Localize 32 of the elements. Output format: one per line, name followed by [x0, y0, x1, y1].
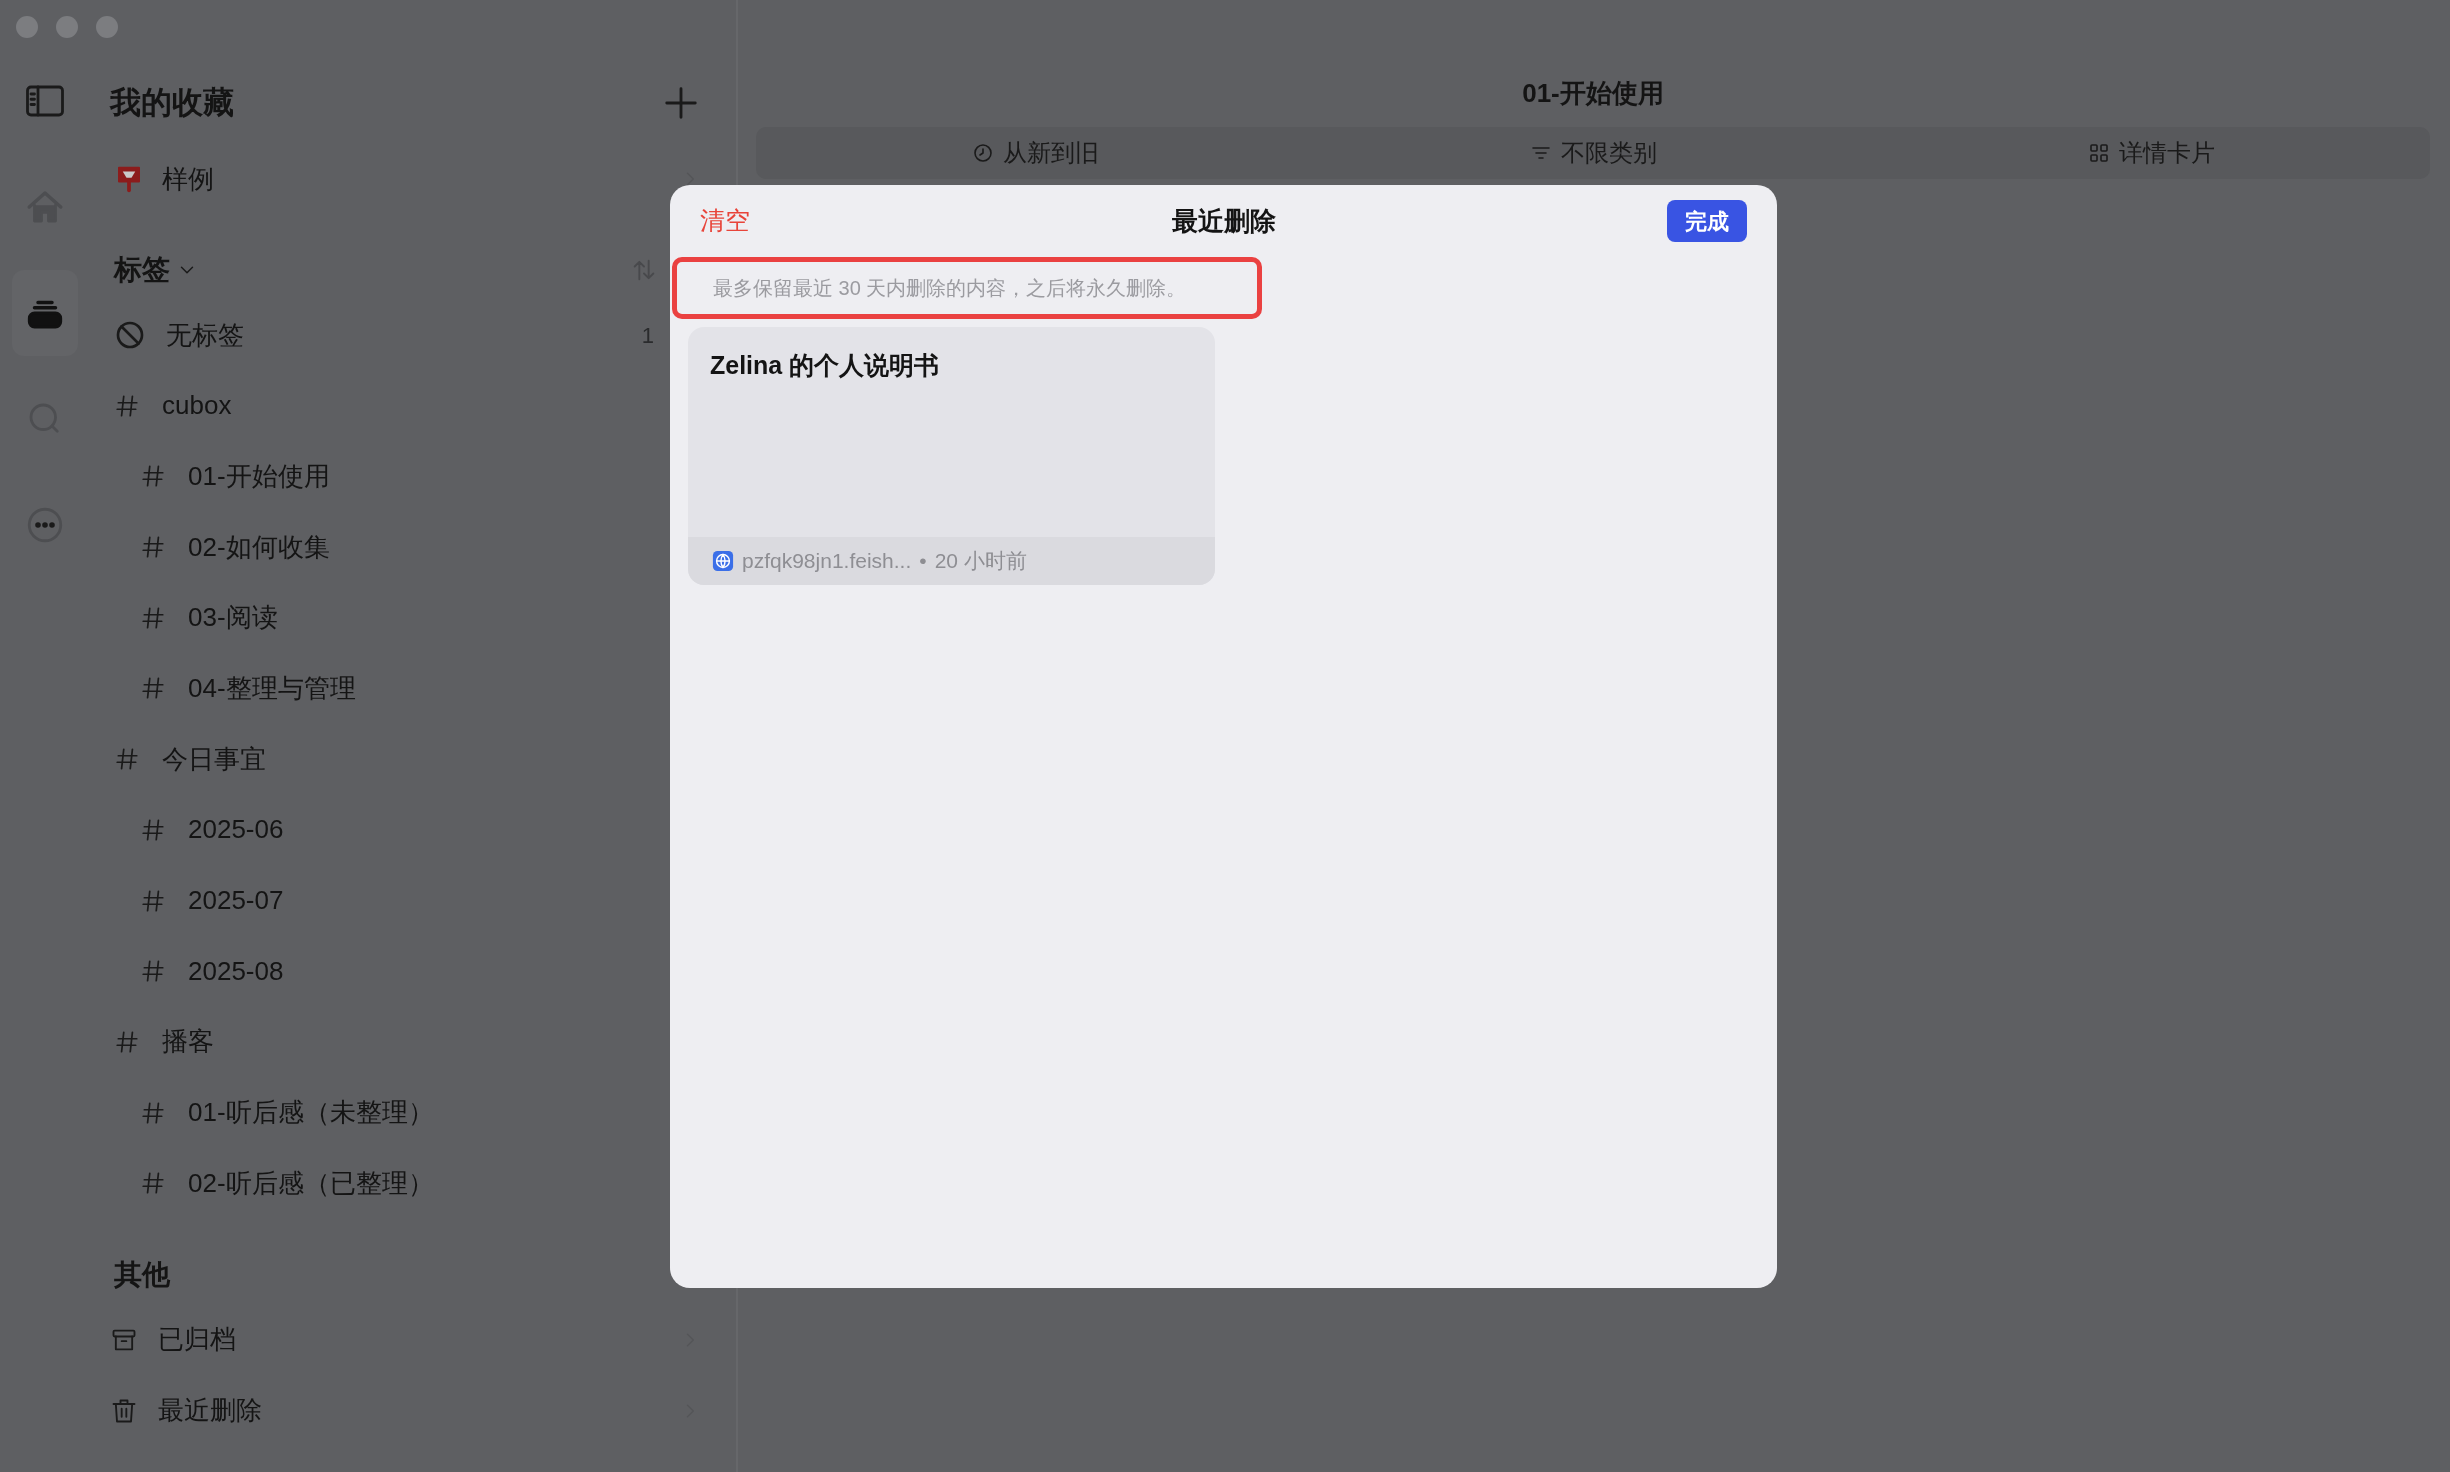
item-card[interactable]: Zelina 的个人说明书 pzfqk98jn1.feish... • 20 小时前: [688, 327, 1215, 585]
tag-item[interactable]: 03-阅读: [188, 598, 278, 638]
tag-item[interactable]: 播客: [162, 1022, 214, 1062]
source-text: pzfqk98jn1.feish...: [742, 548, 912, 575]
tag-item[interactable]: cubox: [162, 386, 232, 426]
toolbar-button[interactable]: 不限类别: [1314, 127, 1872, 179]
tag-item[interactable]: 2025-07: [188, 881, 284, 921]
sidebar-item[interactable]: 无标签: [166, 315, 244, 355]
sidebar-item[interactable]: 已归档: [158, 1320, 236, 1360]
tag-item[interactable]: 01-开始使用: [188, 456, 330, 496]
section-header[interactable]: 标签: [114, 248, 170, 291]
tag-item[interactable]: 2025-08: [188, 951, 284, 991]
notice-text: 最多保留最近 30 天内删除的内容，之后将永久删除。: [713, 276, 1187, 301]
sidebar-item[interactable]: 样例: [162, 159, 214, 199]
page-title: 01-开始使用: [1522, 78, 1664, 108]
card-title: Zelina 的个人说明书: [710, 351, 940, 379]
tag-item[interactable]: 今日事宜: [162, 739, 266, 779]
done-button[interactable]: 完成: [1667, 200, 1747, 242]
tag-item[interactable]: 04-整理与管理: [188, 668, 356, 708]
tag-item[interactable]: 02-如何收集: [188, 527, 330, 567]
toolbar-button[interactable]: 详情卡片: [1872, 127, 2430, 179]
toolbar-button[interactable]: 从新到旧: [756, 127, 1314, 179]
tag-item[interactable]: 2025-06: [188, 810, 284, 850]
sidebar-title: 我的收藏: [110, 83, 234, 122]
section-header: 其他: [114, 1257, 170, 1292]
separator-dot: •: [919, 548, 927, 575]
sidebar-item[interactable]: 最近删除: [158, 1391, 262, 1431]
clear-button[interactable]: 清空: [700, 202, 750, 240]
time-text: 20 小时前: [934, 548, 1027, 575]
tag-item[interactable]: 02-听后感（已整理）: [188, 1163, 434, 1203]
tag-item[interactable]: 01-听后感（未整理）: [188, 1093, 434, 1133]
dialog-title: 最近删除: [1171, 205, 1276, 236]
